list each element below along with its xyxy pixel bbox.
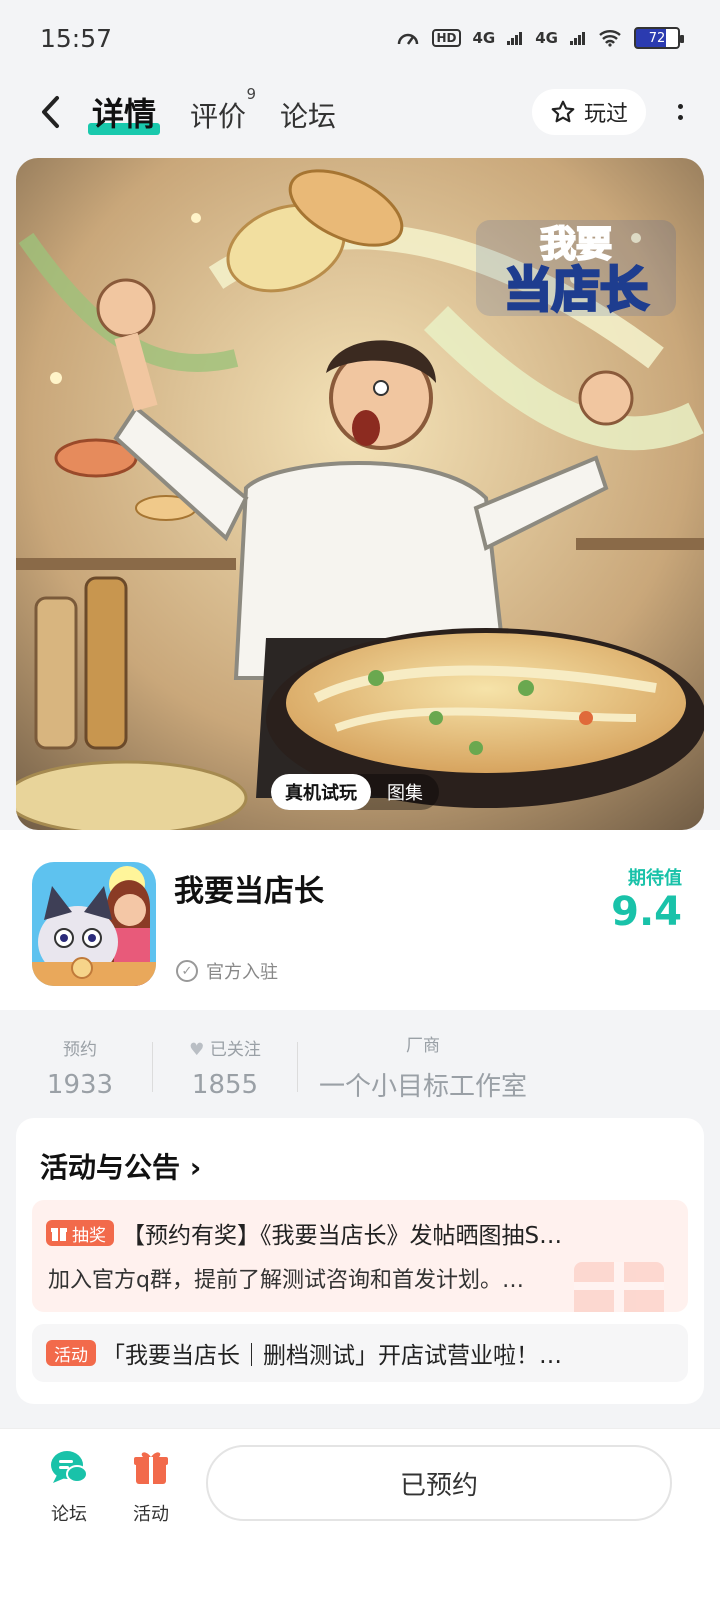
- stat-developer-value: 一个小目标工作室: [318, 1072, 527, 1102]
- more-vertical-icon: [677, 104, 683, 120]
- gallery-pill[interactable]: 图集: [387, 779, 423, 805]
- reviews-count-badge: 9: [246, 85, 257, 103]
- stat-followers: ♥ 已关注 1855: [153, 1035, 297, 1100]
- battery-icon: 72: [634, 27, 684, 49]
- activity-badge: 活动: [46, 1340, 96, 1366]
- tab-reviews-label: 评价: [190, 100, 247, 133]
- expectation-value: 9.4: [611, 889, 682, 935]
- official-badge: ✓ 官方入驻: [176, 958, 278, 984]
- official-label: 官方入驻: [206, 962, 278, 983]
- wifi-icon: [599, 30, 621, 47]
- gift-icon: [134, 1452, 168, 1484]
- tab-forum[interactable]: 论坛: [280, 95, 336, 135]
- announcements-title-text: 活动与公告: [40, 1151, 181, 1184]
- chevron-right-icon: ›: [189, 1151, 202, 1184]
- stat-developer-label: 厂商: [406, 1036, 440, 1056]
- top-nav: 详情 评价 9 论坛 玩过: [0, 78, 720, 146]
- check-circle-icon: ✓: [176, 960, 198, 982]
- status-time: 15:57: [40, 23, 113, 53]
- announcement-lottery[interactable]: 抽奖 【预约有奖】《我要当店长》发帖晒图抽S… 加入官方q群，提前了解测试咨询和…: [32, 1200, 688, 1312]
- lottery-badge-label: 抽奖: [72, 1225, 106, 1246]
- tab-forum-label: 论坛: [280, 100, 337, 133]
- stat-reservations: 预约 1933: [30, 1035, 130, 1100]
- tab-details[interactable]: 详情: [87, 89, 161, 135]
- reserved-button[interactable]: 已预约: [206, 1445, 672, 1521]
- more-button[interactable]: [670, 104, 690, 120]
- chevron-left-icon: [42, 96, 59, 128]
- stat-followers-label-row: ♥ 已关注: [153, 1035, 297, 1060]
- signal-4g-2: 4G: [535, 29, 558, 47]
- app-info: 我要当店长 ✓ 官方入驻 期待值 9.4: [0, 830, 720, 1010]
- stat-reservations-value: 1933: [46, 1069, 114, 1100]
- expectation-score: 期待值 9.4: [611, 864, 682, 934]
- played-button[interactable]: 玩过: [531, 89, 646, 135]
- app-name: 我要当店长: [174, 874, 324, 909]
- signal-icon-2: [570, 32, 585, 45]
- played-label: 玩过: [583, 102, 628, 127]
- forum-shortcut[interactable]: 论坛: [34, 1447, 104, 1526]
- signal-4g-1: 4G: [472, 29, 496, 47]
- stat-reservations-label: 预约: [63, 1039, 97, 1060]
- star-icon: [551, 100, 575, 123]
- bottom-action-bar: 论坛 活动 已预约: [0, 1428, 720, 1600]
- announcement-lottery-title-row: 抽奖 【预约有奖】《我要当店长》发帖晒图抽S…: [46, 1216, 674, 1250]
- status-icons: HD 4G 4G 72: [396, 26, 684, 50]
- announcement-lottery-desc: 加入官方q群，提前了解测试咨询和首发计划。…: [48, 1268, 524, 1293]
- announcements-card: 活动与公告 › 抽奖 【预约有奖】《我要当店长》发帖晒图抽S… 加入官方q群，提…: [16, 1118, 704, 1404]
- lottery-badge: 抽奖: [46, 1220, 114, 1246]
- trial-play-pill[interactable]: 真机试玩: [271, 774, 371, 810]
- expectation-label: 期待值: [628, 868, 682, 889]
- announcement-activity-title: 「我要当店长｜删档测试」开店试营业啦！…: [102, 1343, 562, 1369]
- tab-reviews[interactable]: 评价 9: [190, 85, 256, 135]
- status-bar: 15:57 HD 4G 4G 72: [0, 0, 720, 76]
- chat-bubble-icon: [51, 1451, 88, 1483]
- stat-followers-value: 1855: [191, 1069, 259, 1100]
- signal-icon: [507, 32, 523, 45]
- forum-shortcut-label: 论坛: [51, 1504, 87, 1525]
- battery-level: 72: [648, 30, 666, 46]
- tab-details-label: 详情: [92, 95, 157, 133]
- speed-icon: [398, 33, 419, 45]
- back-button[interactable]: [30, 92, 70, 132]
- app-icon: [32, 862, 156, 986]
- hero-media-switch: 真机试玩 图集: [271, 774, 439, 810]
- gift-icon: [51, 1228, 67, 1241]
- stat-followers-label: 已关注: [209, 1039, 261, 1060]
- hd-icon: HD: [432, 29, 461, 47]
- stat-developer[interactable]: 厂商 一个小目标工作室: [298, 1031, 548, 1103]
- announcement-activity[interactable]: 活动 「我要当店长｜删档测试」开店试营业啦！…: [32, 1324, 688, 1382]
- activity-shortcut-label: 活动: [133, 1504, 169, 1525]
- announcement-lottery-title: 【预约有奖】《我要当店长》发帖晒图抽S…: [122, 1223, 563, 1249]
- heart-icon: ♥: [189, 1039, 205, 1060]
- tab-bar: 详情 评价 9 论坛: [87, 85, 336, 135]
- hero-logo-line2: 当店长: [504, 262, 648, 318]
- app-icon-image: [32, 862, 156, 986]
- hero-illustration: 我要 当店长: [16, 158, 704, 830]
- hero-banner[interactable]: 我要 当店长 真机试玩 图集: [16, 158, 704, 830]
- activity-shortcut[interactable]: 活动: [116, 1447, 186, 1526]
- hero-logo-line1: 我要: [540, 224, 612, 265]
- stats-row: 预约 1933 ♥ 已关注 1855 厂商 一个小目标工作室: [0, 1012, 720, 1122]
- announcements-title[interactable]: 活动与公告 ›: [40, 1146, 201, 1186]
